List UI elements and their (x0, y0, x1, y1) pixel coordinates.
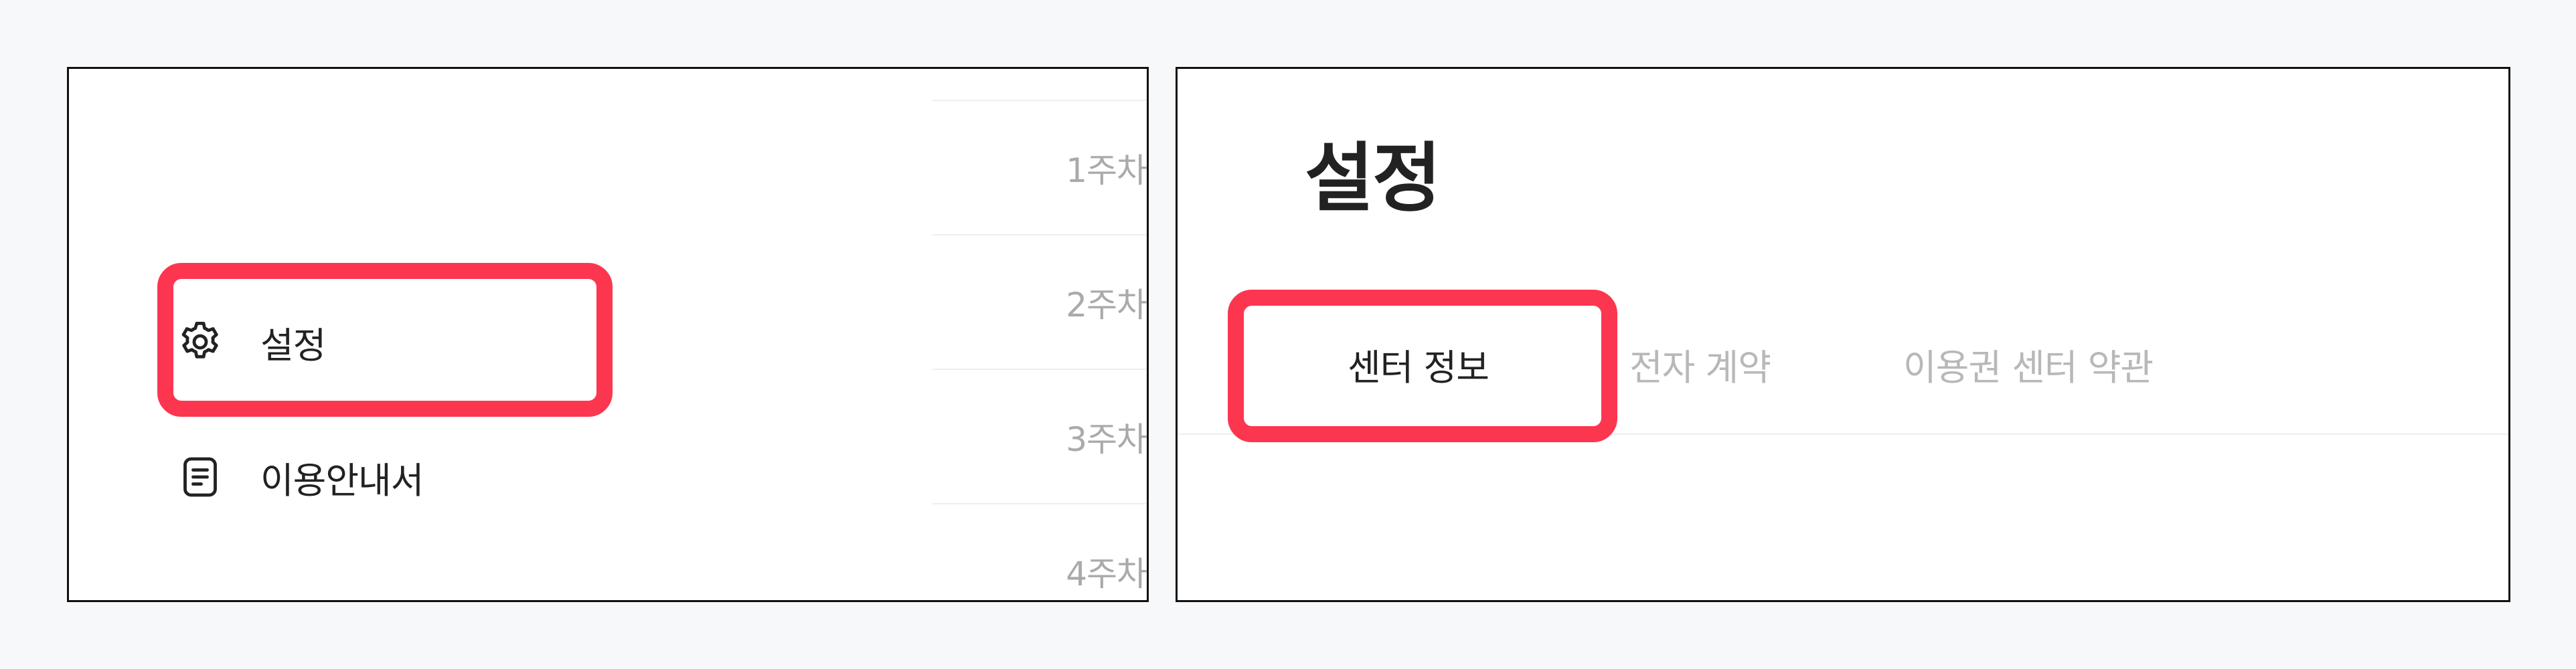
sidebar-item-label: 설정 (260, 324, 326, 367)
week-item[interactable]: 2주차 (933, 234, 1147, 369)
settings-panel: 설정 센터 정보 전자 계약 이용권 센터 약관 (1176, 67, 2510, 602)
week-item[interactable]: 4주차 (933, 503, 1147, 600)
sidebar-panel: 1주차 2주차 3주차 4주차 설정 이용안내서 (67, 67, 1149, 602)
tab-divider (1178, 434, 2508, 435)
tab-e-contract[interactable]: 전자 계약 (1629, 350, 1771, 386)
week-item-label: 2주차 (1066, 286, 1147, 324)
week-item-label: 1주차 (1066, 151, 1147, 190)
week-item-label: 3주차 (1066, 420, 1147, 459)
week-item[interactable]: 1주차 (933, 100, 1147, 234)
tab-center-info[interactable]: 센터 정보 (1348, 350, 1490, 386)
week-item[interactable]: 3주차 (933, 369, 1147, 503)
page-title: 설정 (1305, 135, 1441, 222)
week-list: 1주차 2주차 3주차 4주차 (933, 100, 1147, 600)
tab-pass-terms[interactable]: 이용권 센터 약관 (1903, 350, 2154, 386)
gear-icon (173, 315, 227, 369)
sidebar-item-guide[interactable]: 이용안내서 (173, 444, 424, 510)
screenshot-canvas: 1주차 2주차 3주차 4주차 설정 이용안내서 설정 센터 정보 전자 계약 … (0, 0, 2576, 669)
sidebar-item-settings[interactable]: 설정 (173, 308, 326, 375)
document-icon (173, 450, 227, 504)
week-item-label: 4주차 (1066, 555, 1147, 593)
sidebar-item-label: 이용안내서 (260, 459, 424, 502)
